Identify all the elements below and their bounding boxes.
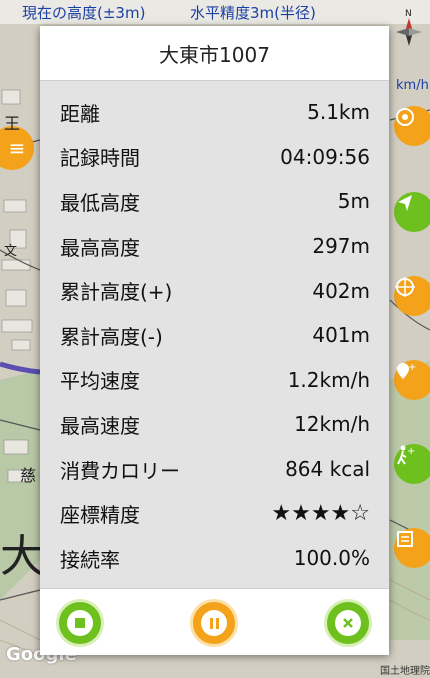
stat-row-max-altitude: 最高高度 297m [40, 224, 389, 269]
gsi-credit: 国土地理院 [380, 666, 430, 677]
current-altitude-label: 現在の高度(±3m) [22, 4, 146, 22]
add-location-button[interactable]: + [394, 360, 430, 400]
horizontal-accuracy-label: 水平精度3m(半径) [190, 4, 316, 22]
stat-row-recording-time: 記録時間 04:09:56 [40, 135, 389, 180]
dialog-header: 大東市1007 [40, 26, 389, 81]
stat-row-connection-rate: 接続率 100.0% [40, 536, 389, 581]
accuracy-stars: ★★★★☆ [271, 501, 370, 527]
pause-icon [201, 610, 227, 636]
stat-label: 最高高度 [60, 235, 140, 260]
menu-icon: ≡ [8, 136, 26, 160]
walk-add-button[interactable]: + [394, 444, 430, 484]
stat-value: 5m [337, 189, 370, 214]
svg-text:+: + [407, 446, 415, 457]
stat-label: 平均速度 [60, 369, 140, 394]
navigation-button[interactable] [394, 192, 430, 232]
dialog-button-bar [40, 588, 389, 655]
stat-label: 最低高度 [60, 190, 140, 215]
svg-text:N: N [405, 9, 412, 19]
note-icon [397, 531, 413, 547]
stat-value: 402m [312, 278, 370, 303]
stat-label: 座標精度 [60, 503, 140, 528]
stat-label: 接続率 [60, 547, 120, 572]
stat-row-min-altitude: 最低高度 5m [40, 179, 389, 224]
stat-row-distance: 距離 5.1km [40, 90, 389, 135]
stat-value: 100.0% [293, 546, 370, 571]
pause-button[interactable] [190, 599, 238, 647]
close-icon [335, 610, 361, 636]
speed-unit-label: km/h [396, 78, 429, 93]
walk-plus-icon: + [397, 445, 415, 465]
stat-value: 1.2km/h [287, 367, 370, 392]
map-label-3: 文 [4, 244, 18, 259]
map-label-2: 大 [0, 531, 44, 582]
svg-text:+: + [408, 362, 416, 373]
stat-value: 297m [312, 234, 370, 259]
stat-row-average-speed: 平均速度 1.2km/h [40, 358, 389, 403]
track-summary-dialog: 大東市1007 距離 5.1km 記録時間 04:09:56 最低高度 5m 最… [40, 26, 389, 655]
note-button[interactable] [394, 528, 430, 568]
stat-value: 5.1km [307, 100, 370, 125]
stat-label: 消費カロリー [60, 458, 180, 483]
stat-value: 401m [312, 323, 370, 348]
stop-icon [67, 610, 93, 636]
map-label-4: 慈 [20, 466, 37, 485]
map-label-1: 王 [4, 114, 21, 133]
stat-label: 記録時間 [60, 146, 140, 171]
stat-label: 累計高度(-) [60, 324, 163, 349]
stat-value: 04:09:56 [280, 144, 370, 169]
map-status-bar: 現在の高度(±3m) 水平精度3m(半径) [0, 0, 430, 24]
add-location-icon: + [397, 362, 416, 379]
stat-row-cumulative-ascent: 累計高度(+) 402m [40, 268, 389, 313]
stats-list: 距離 5.1km 記録時間 04:09:56 最低高度 5m 最高高度 297m… [40, 90, 389, 581]
stop-button[interactable] [56, 599, 104, 647]
stat-row-coordinate-accuracy: 座標精度 ★★★★☆ [40, 491, 389, 536]
compass-icon[interactable]: N [392, 6, 426, 46]
close-button[interactable] [324, 599, 372, 647]
stat-value: 864 kcal [285, 457, 370, 482]
target-button[interactable] [394, 276, 430, 316]
target-circle-icon [395, 277, 415, 297]
navigation-arrow-icon [398, 195, 412, 211]
stat-row-max-speed: 最高速度 12km/h [40, 402, 389, 447]
stat-value: 12km/h [294, 412, 370, 437]
dialog-title: 大東市1007 [159, 42, 270, 67]
stat-row-cumulative-descent: 累計高度(-) 401m [40, 313, 389, 358]
stat-label: 累計高度(+) [60, 280, 173, 305]
stat-row-calories: 消費カロリー 864 kcal [40, 447, 389, 492]
stat-label: 最高速度 [60, 413, 140, 438]
compass-target-button[interactable] [394, 106, 430, 146]
stat-label: 距離 [60, 101, 100, 126]
compass-target-icon [396, 108, 414, 126]
